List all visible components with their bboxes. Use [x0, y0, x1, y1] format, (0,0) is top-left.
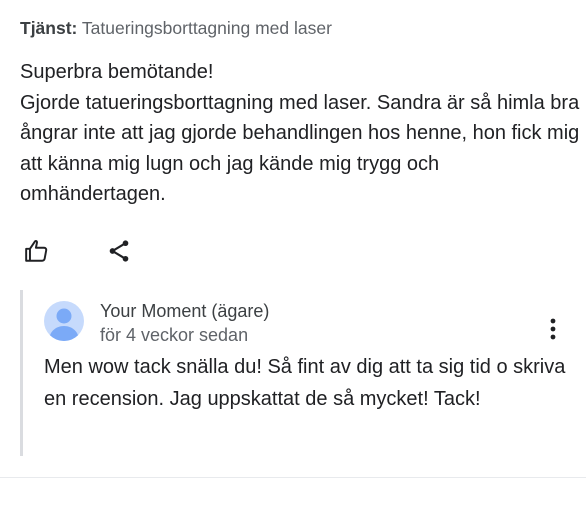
share-icon: [109, 240, 129, 262]
reply-date: för 4 veckor sedan: [100, 325, 249, 345]
like-button[interactable]: [20, 234, 54, 268]
service-line: Tjänst: Tatueringsborttagning med laser: [20, 17, 332, 39]
divider: [0, 477, 586, 478]
owner-name[interactable]: Your Moment (ägare): [100, 299, 269, 323]
service-label: Tjänst:: [20, 18, 78, 38]
review-text: Superbra bemötande! Gjorde tatueringsbor…: [20, 57, 580, 210]
review-body: Gjorde tatueringsborttagning med laser. …: [20, 91, 580, 206]
person-avatar-icon: [49, 308, 79, 341]
share-button[interactable]: [102, 234, 136, 268]
reply-menu-button[interactable]: [543, 315, 563, 343]
reply-text: Men wow tack snälla du! Så fint av dig a…: [44, 356, 566, 410]
more-vert-icon: [550, 318, 556, 340]
thumb-up-icon: [25, 240, 48, 262]
service-value: Tatueringsborttagning med laser: [81, 18, 332, 38]
owner-reply: Your Moment (ägare) för 4 veckor sedan M…: [20, 290, 586, 456]
owner-avatar: [44, 301, 84, 341]
review-heading: Superbra bemötande!: [20, 61, 214, 83]
